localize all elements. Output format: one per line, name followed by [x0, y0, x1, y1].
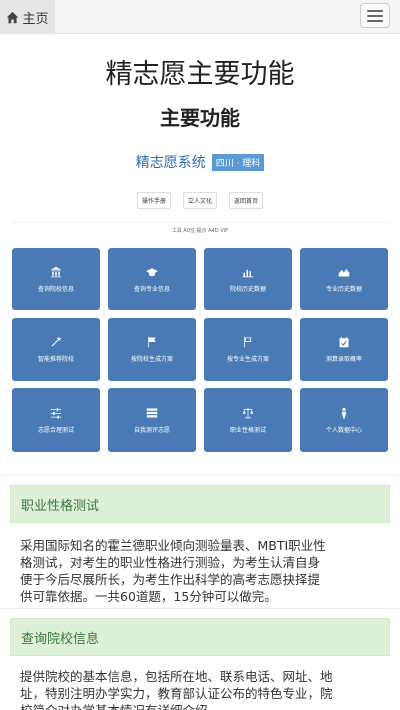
- feature-tile-personal-center[interactable]: 个人数据中心: [300, 388, 388, 452]
- card-text-line: 采用国际知名的霍兰德职业倾向测验量表、MBTI职业性: [20, 538, 326, 553]
- flag-outline-icon: [244, 336, 252, 348]
- app-brand: 精志愿系统 四川 · 理科: [10, 152, 390, 172]
- feature-tile-major-history[interactable]: 专业历史数据: [300, 248, 388, 310]
- card-text-line: 格测试，对考生的职业性格进行测验，为考生认清自身: [20, 555, 321, 570]
- feature-label: 个人数据中心: [325, 426, 362, 434]
- card-header-personality-test: 职业性格测试: [10, 485, 390, 523]
- menu-bar-icon: [367, 9, 383, 12]
- user-icon: [342, 407, 346, 418]
- home-label: 主页: [22, 11, 49, 27]
- menu-bar-icon: [367, 14, 383, 17]
- divider: [0, 475, 400, 476]
- feature-tile-smart-recommend[interactable]: 智能推荐院校: [12, 318, 100, 381]
- feature-tile-choice-test[interactable]: 志愿合理测试: [12, 388, 100, 452]
- home-link[interactable]: 主页: [0, 0, 55, 34]
- card-text-line: 便于今后尽展所长，为考生作出科学的高考志愿抉择提: [20, 572, 321, 587]
- home-icon: [7, 11, 19, 23]
- feature-label: 院校历史数据: [229, 285, 266, 293]
- status-line: 工具 A0位 提示 A4D VIP: [171, 228, 229, 234]
- page-title: 精志愿主要功能: [105, 59, 295, 90]
- feature-tile-school-history[interactable]: 院校历史数据: [204, 248, 292, 310]
- feature-tile-plan-by-major[interactable]: 按专业生成方案: [204, 318, 292, 381]
- feature-tile-school-info[interactable]: 查询院校信息: [12, 248, 100, 310]
- graduation-cap-icon: [146, 267, 158, 276]
- feature-label: 职业性格测试: [229, 426, 266, 434]
- feature-tile-plan-by-school[interactable]: 按院校生成方案: [108, 318, 196, 381]
- card-text-line: 址，特别注明办学实力，教育部认证公布的特色专业，院: [20, 686, 333, 701]
- divider: [0, 608, 400, 609]
- bank-icon: [50, 266, 62, 277]
- feature-label: 按院校生成方案: [130, 356, 173, 363]
- card-header-school-info: 查询院校信息: [10, 618, 390, 656]
- feature-label: 专业历史数据: [325, 285, 362, 293]
- hamburger-menu-button[interactable]: [360, 3, 390, 28]
- feature-label: 按专业生成方案: [226, 356, 269, 363]
- feature-label: 智能推荐院校: [37, 356, 74, 363]
- region-badge: 四川 · 理科: [211, 153, 265, 171]
- server-icon: [146, 408, 158, 417]
- flag-icon: [148, 336, 156, 348]
- app-top-links: 操作手册 立人文化 返回首页: [10, 192, 390, 209]
- card-body-personality-test: 采用国际知名的霍兰德职业倾向测验量表、MBTI职业性 格测试，对考生的职业性格进…: [20, 537, 385, 605]
- feature-label: 志愿合理测试: [37, 426, 74, 434]
- top-navbar: 主页: [0, 0, 400, 34]
- card-body-school-info: 提供院校的基本信息，包括所在地、联系电话、网址、地 址，特别注明办学实力，教育部…: [20, 668, 385, 710]
- card-text-line: 校简介对办学基本情况有详细介绍。: [20, 702, 385, 710]
- feature-label: 测算录取概率: [325, 356, 362, 363]
- feature-label: 查询专业信息: [133, 285, 170, 293]
- menu-bar-icon: [367, 19, 383, 22]
- feature-tile-major-info[interactable]: 查询专业信息: [108, 248, 196, 310]
- culture-link[interactable]: 立人文化: [182, 192, 217, 209]
- calendar-check-icon: [339, 336, 349, 348]
- section-title: 主要功能: [160, 106, 240, 130]
- app-name: 精志愿系统: [135, 155, 206, 171]
- manual-link[interactable]: 操作手册: [136, 192, 171, 209]
- sliders-icon: [50, 407, 62, 419]
- back-home-link[interactable]: 返回首页: [229, 192, 264, 209]
- bar-chart-icon: [242, 269, 254, 277]
- feature-tile-self-evaluation[interactable]: 自我测评志愿: [108, 388, 196, 452]
- app-preview-panel: 精志愿系统 四川 · 理科 操作手册 立人文化 返回首页 工具 A0位 提示 A…: [10, 138, 390, 463]
- divider: [10, 222, 390, 223]
- area-chart-icon: [338, 268, 350, 276]
- balance-scale-icon: [242, 407, 254, 418]
- feature-label: 自我测评志愿: [133, 426, 170, 434]
- feature-tile-personality-test[interactable]: 职业性格测试: [204, 388, 292, 452]
- magic-wand-icon: [51, 336, 62, 347]
- card-text-line: 供可靠依据。一共60道题，15分钟可以做完。: [20, 589, 277, 604]
- card-text-line: 提供院校的基本信息，包括所在地、联系电话、网址、地: [20, 669, 333, 684]
- feature-tile-admission-probability[interactable]: 测算录取概率: [300, 318, 388, 381]
- feature-label: 查询院校信息: [37, 285, 74, 293]
